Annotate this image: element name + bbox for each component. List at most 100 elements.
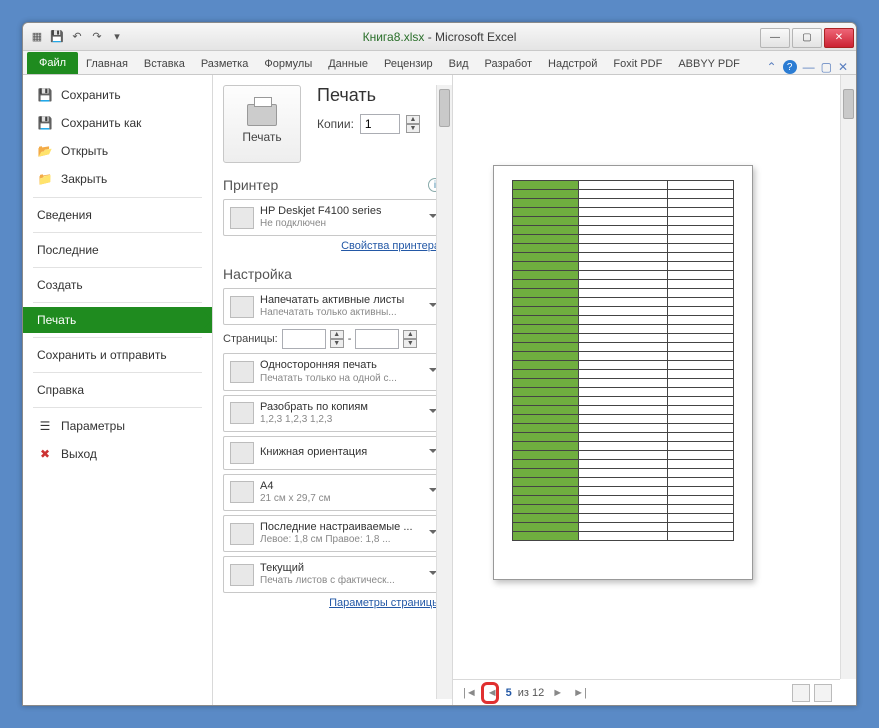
scaling-icon [230, 564, 254, 586]
minimize-button[interactable]: — [760, 28, 790, 48]
pages-from-input[interactable] [282, 329, 326, 349]
app-name: Microsoft Excel [435, 30, 516, 44]
redo-icon[interactable]: ↷ [89, 29, 105, 45]
print-what-selector[interactable]: Напечатать активные листыНапечатать толь… [223, 288, 442, 325]
backstage: 💾Сохранить 💾Сохранить как 📂Открыть 📁Закр… [23, 75, 856, 705]
printer-properties-link[interactable]: Свойства принтера [223, 240, 440, 252]
printer-device-icon [230, 207, 254, 229]
tab-главная[interactable]: Главная [78, 54, 136, 74]
nav-save[interactable]: 💾Сохранить [23, 81, 212, 109]
tab-формулы[interactable]: Формулы [256, 54, 320, 74]
printer-selector[interactable]: HP Deskjet F4100 seriesНе подключен [223, 199, 442, 236]
tab-file[interactable]: Файл [27, 52, 78, 74]
save-icon: 💾 [37, 87, 53, 103]
show-margins-button[interactable] [792, 684, 810, 702]
titlebar: ▦ 💾 ↶ ↷ ▾ Книга8.xlsx - Microsoft Excel … [23, 23, 856, 51]
nav-separator [33, 302, 202, 303]
prev-page-button[interactable]: ◄ [485, 687, 500, 699]
last-page-button[interactable]: ►| [571, 687, 589, 699]
nav-options[interactable]: ☰Параметры [23, 412, 212, 440]
nav-close[interactable]: 📁Закрыть [23, 165, 212, 193]
copies-label: Копии: [317, 117, 354, 131]
orientation-selector[interactable]: Книжная ориентация [223, 436, 442, 470]
open-icon: 📂 [37, 143, 53, 159]
print-preview-pane: |◄ ◄ 5 из 12 ► ►| [453, 75, 856, 705]
scaling-selector[interactable]: ТекущийПечать листов с фактическ... [223, 556, 442, 593]
one-sided-icon [230, 361, 254, 383]
save-icon[interactable]: 💾 [49, 29, 65, 45]
nav-separator [33, 267, 202, 268]
ribbon-help-area: ⌃ ? — ▢ ✕ [767, 60, 856, 74]
options-icon: ☰ [37, 418, 53, 434]
tab-abbyy pdf[interactable]: ABBYY PDF [670, 54, 748, 74]
nav-exit[interactable]: ✖Выход [23, 440, 212, 468]
printer-icon [247, 104, 277, 126]
paper-size-selector[interactable]: A421 см x 29,7 см [223, 474, 442, 511]
maximize-button[interactable]: ▢ [792, 28, 822, 48]
help-icon[interactable]: ? [783, 60, 797, 74]
tab-foxit pdf[interactable]: Foxit PDF [605, 54, 670, 74]
pages-label: Страницы: [223, 333, 278, 345]
collate-icon [230, 402, 254, 424]
qat-more-icon[interactable]: ▾ [109, 29, 125, 45]
settings-section-header: Настройка [223, 266, 442, 282]
sides-selector[interactable]: Односторонняя печатьПечатать только на о… [223, 353, 442, 390]
nav-help[interactable]: Справка [23, 377, 212, 403]
print-settings-pane: Печать Печать Копии: ▲▼ Принтерi HP Desk… [213, 75, 453, 705]
nav-new[interactable]: Создать [23, 272, 212, 298]
page-icon [230, 481, 254, 503]
sheets-icon [230, 296, 254, 318]
preview-scrollbar[interactable] [840, 75, 856, 679]
copies-input[interactable] [360, 114, 400, 134]
pages-from-spinner[interactable]: ▲▼ [330, 330, 344, 348]
exit-icon: ✖ [37, 446, 53, 462]
current-page-number[interactable]: 5 [506, 687, 512, 699]
zoom-to-page-button[interactable] [814, 684, 832, 702]
copies-spinner[interactable]: ▲▼ [406, 115, 420, 133]
tab-вид[interactable]: Вид [441, 54, 477, 74]
close-file-icon: 📁 [37, 171, 53, 187]
nav-separator [33, 232, 202, 233]
tab-вставка[interactable]: Вставка [136, 54, 193, 74]
settings-scrollbar[interactable] [436, 85, 452, 699]
nav-separator [33, 337, 202, 338]
tab-данные[interactable]: Данные [320, 54, 376, 74]
window-title: Книга8.xlsx - Microsoft Excel [23, 30, 856, 44]
print-header: Печать [317, 85, 420, 106]
undo-icon[interactable]: ↶ [69, 29, 85, 45]
portrait-icon [230, 442, 254, 464]
doc-minimize-icon[interactable]: — [803, 60, 815, 74]
tab-рецензир[interactable]: Рецензир [376, 54, 441, 74]
scrollbar-thumb[interactable] [439, 89, 450, 127]
close-button[interactable]: ✕ [824, 28, 854, 48]
doc-close-icon[interactable]: ✕ [838, 60, 848, 74]
next-page-button[interactable]: ► [550, 687, 565, 699]
scrollbar-thumb[interactable] [843, 89, 854, 119]
print-button[interactable]: Печать [223, 85, 301, 163]
pages-to-spinner[interactable]: ▲▼ [403, 330, 417, 348]
preview-page [493, 165, 753, 580]
page-of-label: из 12 [518, 687, 544, 699]
pages-to-input[interactable] [355, 329, 399, 349]
tab-разработ[interactable]: Разработ [477, 54, 540, 74]
nav-share[interactable]: Сохранить и отправить [23, 342, 212, 368]
ribbon-minimize-icon[interactable]: ⌃ [767, 60, 777, 74]
nav-info[interactable]: Сведения [23, 202, 212, 228]
doc-restore-icon[interactable]: ▢ [821, 60, 832, 74]
nav-print[interactable]: Печать [23, 307, 212, 333]
preview-statusbar: |◄ ◄ 5 из 12 ► ►| [453, 679, 840, 705]
page-setup-link[interactable]: Параметры страницы [223, 597, 440, 609]
tab-надстрой[interactable]: Надстрой [540, 54, 605, 74]
nav-recent[interactable]: Последние [23, 237, 212, 263]
nav-open[interactable]: 📂Открыть [23, 137, 212, 165]
preview-data-table [512, 180, 734, 541]
first-page-button[interactable]: |◄ [461, 687, 479, 699]
margins-selector[interactable]: Последние настраиваемые ...Левое: 1,8 см… [223, 515, 442, 552]
collate-selector[interactable]: Разобрать по копиям1,2,3 1,2,3 1,2,3 [223, 395, 442, 432]
nav-save-as[interactable]: 💾Сохранить как [23, 109, 212, 137]
tab-разметка[interactable]: Разметка [193, 54, 257, 74]
margins-icon [230, 523, 254, 545]
ribbon-tabs: Файл ГлавнаяВставкаРазметкаФормулыДанные… [23, 51, 856, 75]
nav-separator [33, 197, 202, 198]
excel-icon: ▦ [29, 29, 45, 45]
